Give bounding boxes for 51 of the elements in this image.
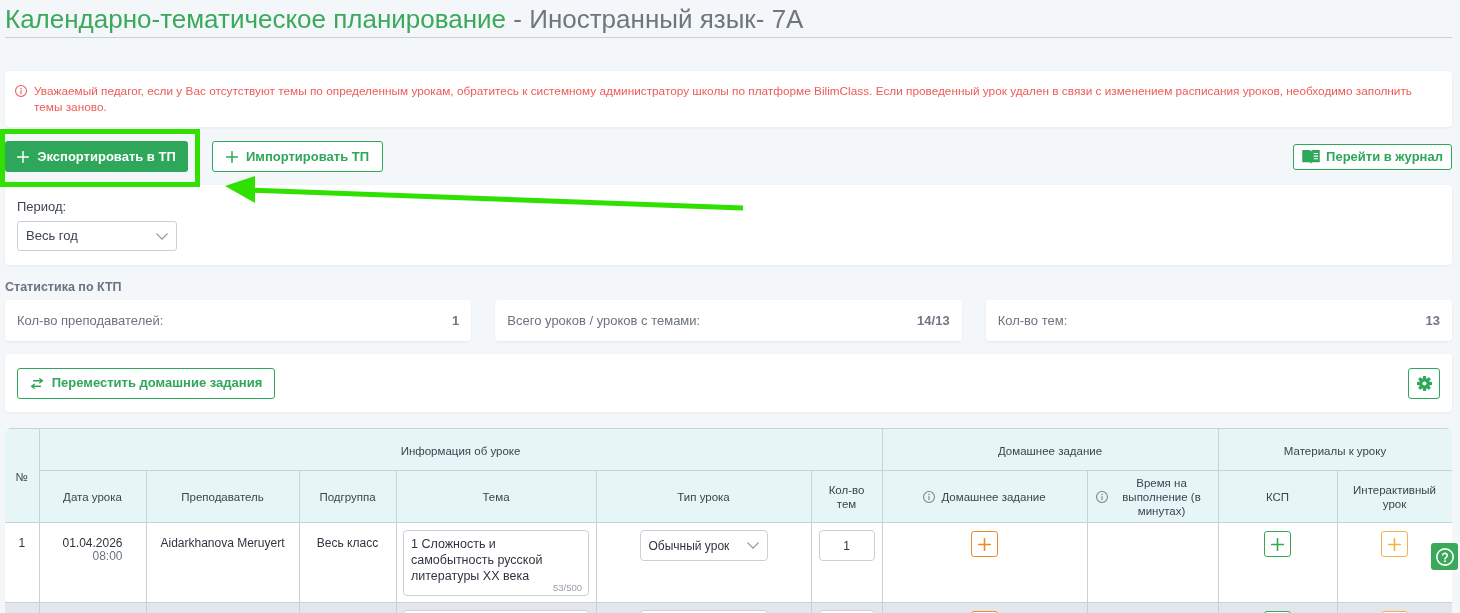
plus-icon	[17, 150, 30, 163]
lesson-date: 01.04.2026	[62, 537, 123, 550]
stat-label: Всего уроков / уроков с темами:	[507, 311, 701, 330]
lesson-type-select[interactable]: Обычный урок	[639, 530, 768, 561]
stat-label: Кол-во тем:	[997, 311, 1068, 330]
column-group-header: Домашнее задание	[997, 444, 1103, 457]
plus-icon	[1388, 537, 1401, 551]
add-button[interactable]	[971, 531, 998, 557]
subgroup-name: Весь класс	[316, 536, 379, 550]
row-number: 1	[18, 536, 26, 550]
help-icon	[1435, 547, 1454, 566]
column-header: Преподаватель	[181, 489, 264, 504]
column-header: Время на выполнение (в минутах)	[1121, 475, 1202, 518]
column-header: Интерактивный урок	[1352, 482, 1437, 511]
column-header: №	[15, 470, 28, 483]
chevron-down-icon	[746, 542, 759, 549]
column-header: КСП	[1265, 489, 1290, 504]
add-button[interactable]	[1264, 531, 1291, 557]
column-header: Подгруппа	[319, 489, 376, 504]
swap-arrows-icon	[29, 377, 44, 389]
settings-button[interactable]	[1408, 367, 1440, 399]
alert-message: Уважаемый педагог, если у Вас отсутствуют темы по определенным урокам, обратитесь к системному администратору школы по платформе BilimClass. Если проведенный урок удален в связи с изменением расписания уроков, необходимо заполнить темы заново.	[34, 83, 1413, 115]
column-group-header: Информация об уроке	[400, 444, 521, 457]
column-header: Кол-во тем	[827, 482, 866, 511]
plus-icon	[225, 150, 238, 163]
settings-icon	[1416, 375, 1432, 391]
stat-value: 13	[1425, 311, 1440, 330]
stat-value: 1	[452, 311, 460, 330]
add-button[interactable]	[1381, 531, 1408, 557]
section-title: Статистика по КТП	[5, 279, 122, 295]
chevron-down-icon	[156, 232, 168, 240]
column-header: Дата урока	[63, 489, 122, 504]
topic-count-field[interactable]: 1	[818, 530, 875, 561]
teacher-name: Aidarkhanova Meruyert	[160, 536, 285, 550]
stat-label: Кол-во преподавателей:	[17, 311, 164, 330]
period-label: Период:	[17, 199, 67, 215]
plus-icon	[1271, 537, 1284, 551]
period-select[interactable]: Весь год	[17, 221, 177, 251]
help-button[interactable]	[1431, 543, 1458, 570]
column-header: Тема	[482, 489, 510, 504]
column-header: Тип урока	[677, 489, 730, 504]
column-header: Домашнее задание	[941, 489, 1046, 504]
stat-value: 14/13	[917, 311, 950, 330]
page-title: Календарно-тематическое планирование - Иностранный язык- 7А	[5, 0, 1452, 38]
info-icon	[15, 85, 27, 97]
plus-icon	[978, 537, 991, 551]
column-group-header: Материалы к уроку	[1283, 444, 1387, 457]
book-icon	[1302, 149, 1321, 164]
character-counter: 53/500	[552, 582, 582, 594]
lesson-time: 08:00	[92, 550, 123, 563]
topic-field[interactable]: 1 Сложность и самобытность русской литературы XX века 53/500	[403, 530, 589, 596]
